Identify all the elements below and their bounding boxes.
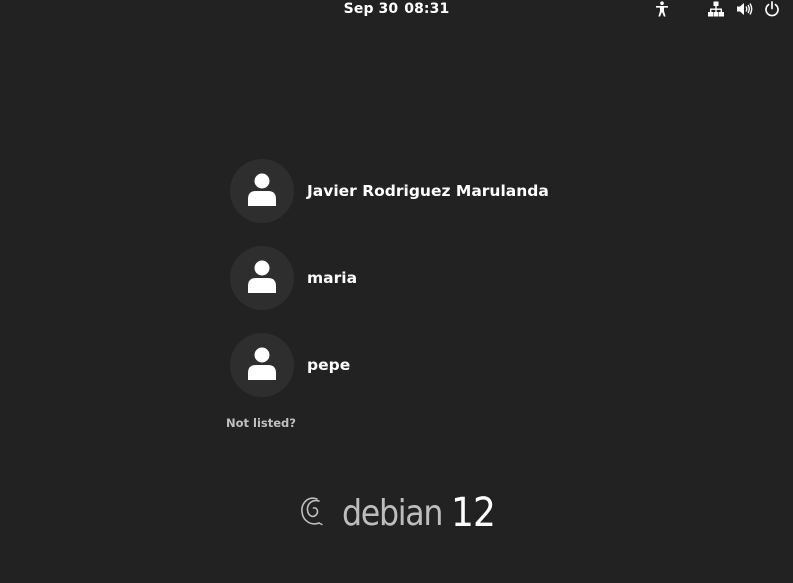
network-icon [708,1,724,17]
top-bar-clock[interactable]: Sep 30 08:31 [0,0,793,18]
avatar [230,333,294,397]
logo-version: 12 [451,490,496,536]
accessibility-icon [655,1,669,17]
login-screen: Sep 30 08:31 Javier Rodriguez Marulanda … [0,0,793,583]
user-item-javier[interactable]: Javier Rodriguez Marulanda [230,159,570,223]
debian-swirl-icon [298,493,328,533]
volume-menu-button[interactable] [733,0,755,18]
clock-date: Sep 30 [343,1,399,17]
avatar [230,159,294,223]
user-list: Javier Rodriguez Marulanda maria pepe [230,159,570,420]
volume-icon [736,1,753,17]
power-icon [764,1,780,17]
user-icon [246,346,278,384]
user-item-maria[interactable]: maria [230,246,570,310]
user-name: Javier Rodriguez Marulanda [307,182,549,200]
avatar [230,246,294,310]
network-menu-button[interactable] [705,0,727,18]
clock-time: 08:31 [404,1,450,17]
logo-wordmark: debian [342,492,443,534]
user-item-pepe[interactable]: pepe [230,333,570,397]
not-listed-link[interactable]: Not listed? [226,416,296,430]
user-icon [246,259,278,297]
power-menu-button[interactable] [762,0,782,18]
distro-logo: debian 12 [298,490,500,536]
accessibility-menu-button[interactable] [652,0,672,18]
user-name: maria [307,269,358,287]
user-name: pepe [307,356,351,374]
user-icon [246,172,278,210]
